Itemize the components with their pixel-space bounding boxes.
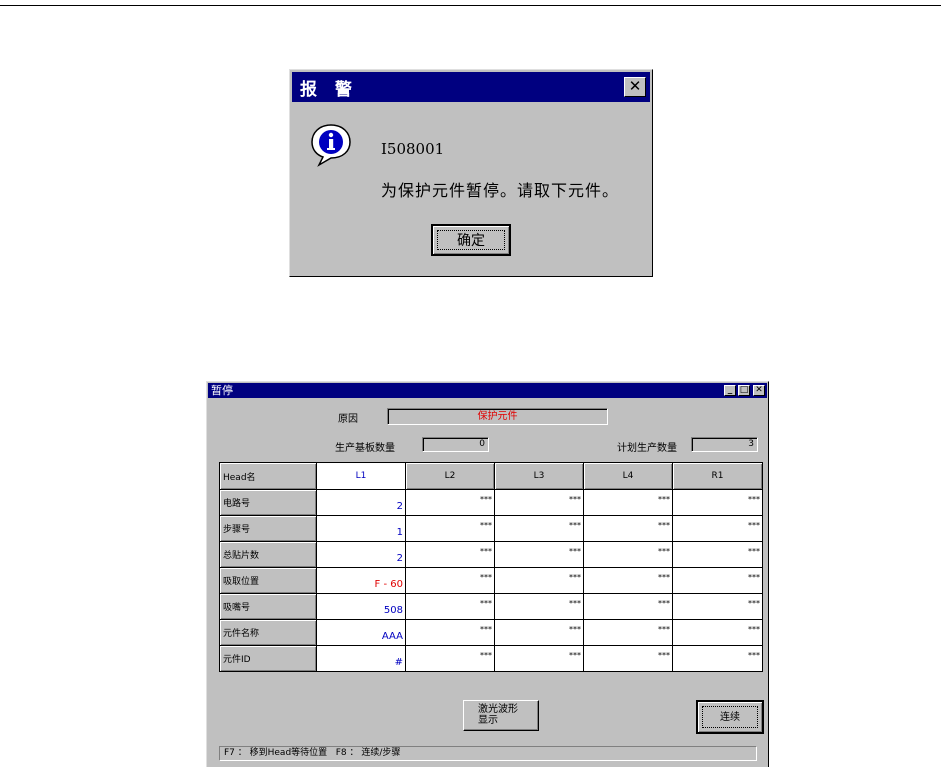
- alarm-title: 报 警: [300, 80, 358, 100]
- table-cell[interactable]: F - 60: [316, 567, 406, 594]
- table-row: 元件名称 AAA *** *** *** ***: [219, 619, 763, 646]
- continue-button-label: 连续: [702, 706, 758, 728]
- alarm-message: 为保护元件暂停。请取下元件。: [381, 181, 620, 200]
- table-cell[interactable]: ***: [672, 541, 763, 568]
- minimize-icon: _: [727, 385, 733, 395]
- planned-label: 计划生产数量: [617, 443, 677, 454]
- table-cell[interactable]: ***: [405, 619, 495, 646]
- table-row: 总贴片数 2 *** *** *** ***: [219, 541, 763, 568]
- reason-field: 保护元件: [387, 408, 608, 425]
- reason-label: 原因: [338, 414, 358, 425]
- ok-button-label: 确定: [437, 230, 505, 250]
- table-cell[interactable]: ***: [672, 567, 763, 594]
- table-cell[interactable]: ***: [405, 593, 495, 620]
- table-cell[interactable]: ***: [672, 515, 763, 542]
- table-row: 吸嘴号 508 *** *** *** ***: [219, 593, 763, 620]
- pause-title: 暂停: [211, 384, 233, 397]
- row-label: 吸嘴号: [219, 593, 317, 620]
- row-label: 吸取位置: [219, 567, 317, 594]
- table-cell[interactable]: 508: [316, 593, 406, 620]
- table-cell[interactable]: ***: [583, 515, 673, 542]
- pause-titlebar: 暂停 _ □ ✕: [208, 383, 767, 398]
- info-icon: [311, 124, 351, 167]
- ok-button[interactable]: 确定: [431, 224, 511, 256]
- table-cell[interactable]: ***: [583, 541, 673, 568]
- continue-button[interactable]: 连续: [696, 700, 764, 734]
- table-row: 步骤号 1 *** *** *** ***: [219, 515, 763, 542]
- alarm-dialog: 报 警 ✕ I508001 为保护元件暂停。请取下元件。 确定: [289, 69, 653, 277]
- alarm-titlebar: 报 警 ✕: [292, 72, 650, 102]
- table-row: 电路号 2 *** *** *** ***: [219, 489, 763, 516]
- alarm-close-button[interactable]: ✕: [624, 77, 646, 97]
- table-cell[interactable]: ***: [672, 593, 763, 620]
- table-cell[interactable]: ***: [405, 541, 495, 568]
- alarm-code: I508001: [381, 140, 445, 158]
- table-header-row: Head名 L1 L2 L3 L4 R1: [219, 462, 763, 490]
- laser-waveform-button[interactable]: 激光波形 显示: [463, 700, 539, 731]
- table-cell[interactable]: ***: [583, 593, 673, 620]
- pause-close-button[interactable]: ✕: [753, 385, 765, 396]
- table-cell[interactable]: ***: [583, 619, 673, 646]
- table-cell[interactable]: AAA: [316, 619, 406, 646]
- table-cell[interactable]: ***: [494, 515, 584, 542]
- row-label: 元件ID: [219, 645, 317, 672]
- maximize-button[interactable]: □: [738, 385, 750, 396]
- column-header-r1[interactable]: R1: [672, 462, 763, 490]
- planned-count-field: 3: [691, 437, 758, 452]
- pause-window: 暂停 _ □ ✕ 原因 保护元件 生产基板数量 0 计划生产数量 3 Head名…: [206, 381, 769, 767]
- boards-label: 生产基板数量: [335, 443, 395, 454]
- row-label: 总贴片数: [219, 541, 317, 568]
- table-cell[interactable]: ***: [583, 489, 673, 516]
- column-header-l2[interactable]: L2: [405, 462, 495, 490]
- table-cell[interactable]: ***: [405, 489, 495, 516]
- table-cell[interactable]: ***: [583, 567, 673, 594]
- laser-waveform-label-line2: 显示: [478, 715, 498, 726]
- table-row: 元件ID # *** *** *** ***: [219, 645, 763, 672]
- table-cell[interactable]: 2: [316, 489, 406, 516]
- table-cell[interactable]: ***: [405, 645, 495, 672]
- table-cell[interactable]: ***: [494, 567, 584, 594]
- table-cell[interactable]: ***: [494, 489, 584, 516]
- table-cell[interactable]: ***: [405, 515, 495, 542]
- maximize-icon: □: [739, 385, 749, 395]
- close-icon: ✕: [628, 77, 642, 95]
- table-row: 吸取位置 F - 60 *** *** *** ***: [219, 567, 763, 594]
- table-cell[interactable]: ***: [494, 593, 584, 620]
- table-cell[interactable]: 1: [316, 515, 406, 542]
- table-cell[interactable]: ***: [672, 489, 763, 516]
- head-status-table: Head名 L1 L2 L3 L4 R1 电路号 2 *** *** *** *…: [219, 462, 763, 672]
- status-bar: F7 ： 移到Head等待位置 F8 ： 连续/步骤: [219, 746, 757, 761]
- table-cell[interactable]: ***: [672, 619, 763, 646]
- table-cell[interactable]: ***: [583, 645, 673, 672]
- head-name-header: Head名: [219, 462, 317, 490]
- laser-waveform-label-line1: 激光波形: [478, 704, 518, 715]
- column-header-l4[interactable]: L4: [583, 462, 673, 490]
- row-label: 步骤号: [219, 515, 317, 542]
- row-label: 元件名称: [219, 619, 317, 646]
- minimize-button[interactable]: _: [724, 385, 736, 396]
- table-cell[interactable]: ***: [405, 567, 495, 594]
- table-cell[interactable]: 2: [316, 541, 406, 568]
- top-rule: [0, 5, 941, 6]
- close-icon: ✕: [755, 385, 763, 395]
- table-cell[interactable]: ***: [494, 541, 584, 568]
- boards-count-field: 0: [422, 437, 489, 452]
- column-header-l1[interactable]: L1: [316, 462, 406, 490]
- column-header-l3[interactable]: L3: [494, 462, 584, 490]
- table-cell[interactable]: ***: [494, 619, 584, 646]
- table-cell[interactable]: ***: [494, 645, 584, 672]
- table-cell[interactable]: ***: [672, 645, 763, 672]
- row-label: 电路号: [219, 489, 317, 516]
- table-cell[interactable]: #: [316, 645, 406, 672]
